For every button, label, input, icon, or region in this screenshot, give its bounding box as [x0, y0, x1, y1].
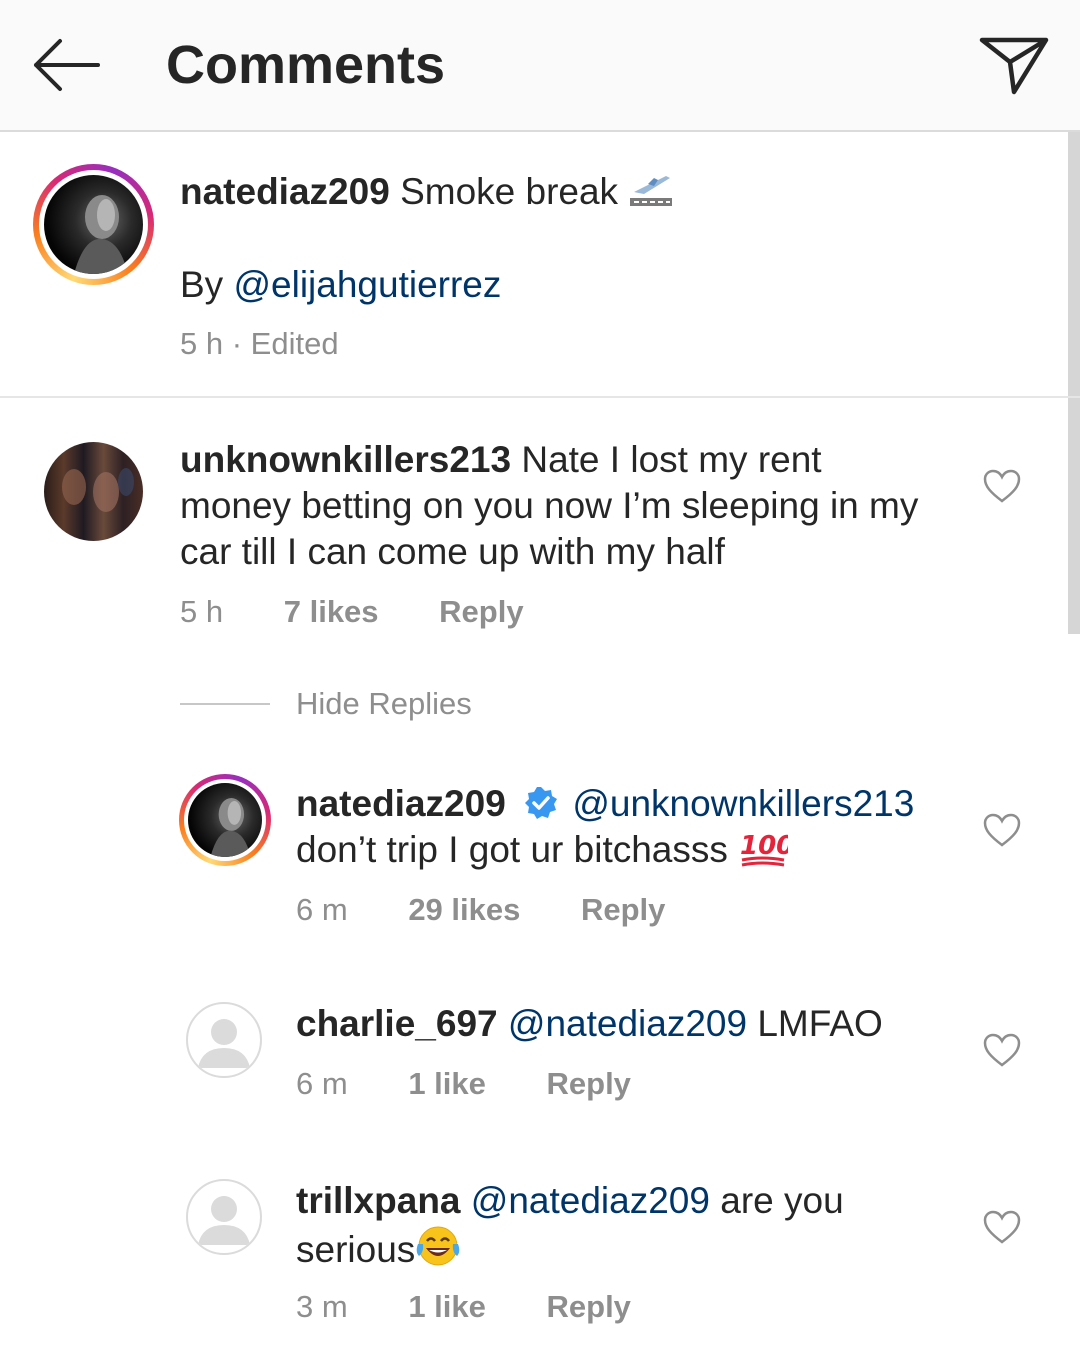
reply-likes[interactable]: 29 likes: [408, 892, 520, 927]
heart-icon[interactable]: [982, 1209, 1022, 1245]
heart-icon[interactable]: [982, 812, 1022, 848]
heart-icon[interactable]: [982, 1032, 1022, 1068]
comment-username[interactable]: unknownkillers213: [180, 439, 511, 480]
reply-body: don’t trip I got ur bitchasss: [296, 829, 728, 870]
caption-edited: · Edited: [231, 326, 339, 361]
reply-button[interactable]: Reply: [581, 892, 665, 927]
page-title: Comments: [166, 35, 446, 95]
share-button[interactable]: [974, 28, 1054, 102]
caption-username[interactable]: natediaz209: [180, 171, 390, 212]
reply-text: natediaz209 @unknownkillers213 don’t tri…: [296, 781, 956, 879]
reply-time: 3 m: [296, 1289, 348, 1324]
comment-likes[interactable]: 7 likes: [284, 594, 379, 629]
reply-button[interactable]: Reply: [547, 1066, 631, 1101]
reply-meta: 3 m 1 like Reply: [296, 1289, 631, 1325]
tears-of-joy-emoji: [415, 1224, 461, 1279]
caption-mention[interactable]: @elijahgutierrez: [233, 264, 501, 305]
avatar[interactable]: [44, 442, 143, 541]
reply-likes[interactable]: 1 like: [408, 1066, 486, 1101]
divider: [0, 396, 1080, 398]
caption-line: natediaz209 Smoke break: [180, 169, 674, 221]
reply-body: LMFAO: [757, 1003, 883, 1044]
arrow-left-icon: [34, 39, 100, 91]
reply-button[interactable]: Reply: [547, 1289, 631, 1324]
caption-text: Smoke break: [400, 171, 619, 212]
airplane-departure-emoji: [628, 170, 674, 221]
caption-meta: 5 h · Edited: [180, 326, 339, 362]
reply-button[interactable]: Reply: [439, 594, 523, 629]
reply-username[interactable]: trillxpana: [296, 1180, 461, 1221]
reply-mention[interactable]: @natediaz209: [471, 1180, 710, 1221]
avatar[interactable]: [186, 1002, 262, 1078]
reply-username[interactable]: charlie_697: [296, 1003, 498, 1044]
reply-time: 6 m: [296, 1066, 348, 1101]
paper-plane-icon: [979, 37, 1049, 95]
reply-text: charlie_697 @natediaz209 LMFAO: [296, 1001, 956, 1047]
hide-replies-button[interactable]: Hide Replies: [296, 686, 472, 722]
scrollbar[interactable]: [1068, 132, 1080, 634]
avatar[interactable]: [44, 175, 143, 274]
comment-time: 5 h: [180, 594, 224, 629]
reply-mention[interactable]: @natediaz209: [508, 1003, 747, 1044]
reply-mention[interactable]: @unknownkillers213: [572, 783, 914, 824]
avatar[interactable]: [188, 783, 262, 857]
top-bar: Comments: [0, 0, 1080, 132]
svg-text:100: 100: [740, 831, 788, 861]
reply-meta: 6 m 29 likes Reply: [296, 892, 665, 928]
hide-replies-line: [180, 703, 270, 705]
reply-meta: 6 m 1 like Reply: [296, 1066, 631, 1102]
avatar[interactable]: [186, 1179, 262, 1255]
reply-text: trillxpana @natediaz209 are you serious: [296, 1178, 916, 1279]
comment-meta: 5 h 7 likes Reply: [180, 594, 524, 630]
caption-time: 5 h: [180, 326, 224, 361]
caption-credit: By @elijahgutierrez: [180, 262, 501, 308]
reply-username[interactable]: natediaz209: [296, 783, 506, 824]
caption-by-label: By: [180, 264, 224, 305]
hundred-points-emoji: 100: [738, 828, 794, 879]
verified-badge-icon: [525, 787, 558, 819]
heart-icon[interactable]: [982, 468, 1022, 504]
reply-time: 6 m: [296, 892, 348, 927]
reply-likes[interactable]: 1 like: [408, 1289, 486, 1324]
back-button[interactable]: [28, 30, 104, 100]
comment-text: unknownkillers213 Nate I lost my rent mo…: [180, 437, 940, 575]
